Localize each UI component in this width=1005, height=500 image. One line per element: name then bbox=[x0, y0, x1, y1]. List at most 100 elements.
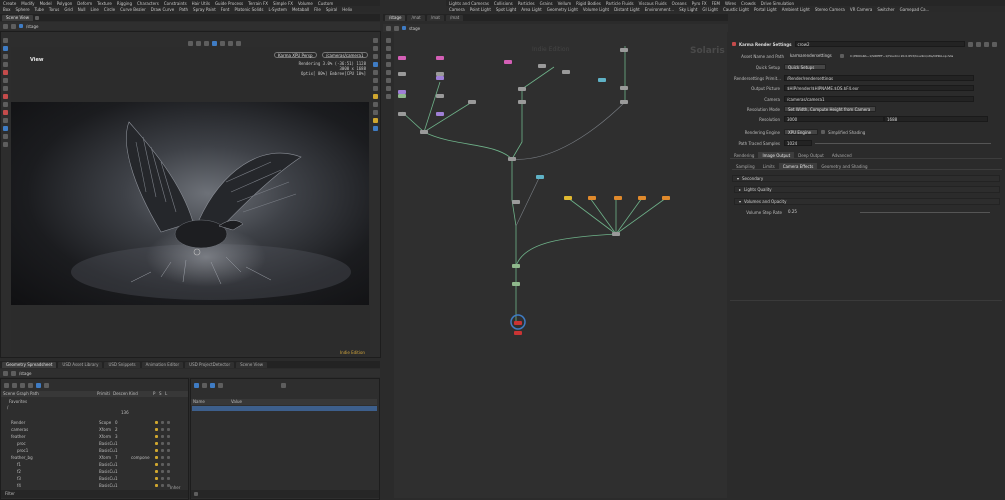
network-path[interactable]: stage bbox=[409, 26, 420, 31]
move-tool-icon[interactable] bbox=[3, 46, 8, 51]
tab-subparam-2[interactable]: Camera Effects bbox=[778, 163, 818, 170]
lock-icon[interactable] bbox=[155, 470, 158, 473]
lights-shelf-tool-4[interactable]: Geometry Light bbox=[547, 7, 578, 12]
lock-icon[interactable] bbox=[155, 484, 158, 487]
table-row[interactable]: Render Scope 0 bbox=[3, 419, 173, 426]
rotate-tool-icon[interactable] bbox=[3, 54, 8, 59]
shelf-tool-2[interactable]: Tube bbox=[35, 7, 44, 12]
lights-shelf-tool-7[interactable]: Environment... bbox=[645, 7, 674, 12]
network-home-icon[interactable] bbox=[386, 62, 391, 67]
bbox-icon[interactable] bbox=[373, 86, 378, 91]
shelf-tool-5[interactable]: Null bbox=[78, 7, 86, 12]
load-icon[interactable] bbox=[167, 442, 170, 445]
lights-shelf-tab-13[interactable]: Drive Simulation bbox=[761, 1, 794, 6]
visible-icon[interactable] bbox=[161, 421, 164, 424]
node-grey-11[interactable] bbox=[620, 100, 628, 104]
network-select-icon[interactable] bbox=[386, 38, 391, 43]
asset-name-field[interactable]: karmarendersettings bbox=[788, 53, 840, 59]
visible-icon[interactable] bbox=[161, 484, 164, 487]
node-network-canvas[interactable]: Solaris Indie Edition bbox=[394, 32, 727, 498]
display-options-icon[interactable] bbox=[373, 38, 378, 43]
lights-shelf-tool-11[interactable]: Portal Light bbox=[754, 7, 777, 12]
tab-subparam-1[interactable]: Limits bbox=[759, 163, 779, 170]
tab-subparam-3[interactable]: Geometry and Shading bbox=[817, 163, 871, 170]
col-name[interactable]: Name bbox=[191, 399, 231, 405]
expand-icon[interactable] bbox=[4, 382, 9, 388]
rs-prim-field[interactable]: /Render/rendersettings bbox=[784, 75, 974, 81]
viewport-path[interactable]: /stage bbox=[26, 24, 38, 29]
lights-shelf-tab-9[interactable]: Pyro FX bbox=[692, 1, 707, 6]
tab-network-0[interactable]: /stage bbox=[385, 14, 406, 21]
shelf-tab-11[interactable]: Terrain FX bbox=[248, 1, 268, 6]
node-grey-3[interactable] bbox=[538, 64, 546, 68]
shelf-tool-4[interactable]: Grid bbox=[64, 7, 72, 12]
load-icon[interactable] bbox=[167, 449, 170, 452]
node-grey-7[interactable] bbox=[398, 112, 406, 116]
shelf-tab-10[interactable]: Guide Process bbox=[215, 1, 243, 6]
lights-shelf-tab-4[interactable]: Vellum bbox=[558, 1, 572, 6]
col-l[interactable]: L bbox=[165, 391, 171, 397]
node-karma-settings[interactable] bbox=[514, 321, 522, 325]
network-zoom-icon[interactable] bbox=[386, 54, 391, 59]
output-field[interactable]: $HIP/render/$HIPNAME.$OS.$F4.exr bbox=[784, 85, 974, 91]
node-grey-10[interactable] bbox=[620, 86, 628, 90]
shelf-tab-3[interactable]: Polygon bbox=[57, 1, 73, 6]
col-descendants[interactable]: Descen bbox=[113, 391, 129, 397]
metadata-icon[interactable] bbox=[218, 382, 223, 388]
lights-shelf-tab-10[interactable]: FEM bbox=[712, 1, 720, 6]
grid-icon[interactable] bbox=[373, 102, 378, 107]
properties-panel[interactable]: Name Value bbox=[190, 378, 380, 500]
col-value[interactable]: Value bbox=[231, 399, 242, 405]
shelf-tab-4[interactable]: Deform bbox=[77, 1, 92, 6]
engine-menu[interactable]: XPU Engine bbox=[784, 129, 818, 135]
table-row[interactable]: proc BasisCu 1 bbox=[3, 440, 173, 447]
headlight-icon[interactable] bbox=[373, 118, 378, 123]
node-green-3[interactable] bbox=[512, 282, 520, 286]
lock-icon[interactable] bbox=[155, 442, 158, 445]
lights-shelf-tool-9[interactable]: GI Light bbox=[702, 7, 718, 12]
lock-icon[interactable] bbox=[155, 456, 158, 459]
forward-icon[interactable] bbox=[11, 23, 16, 29]
shelf-tool-15[interactable]: Metaball bbox=[292, 7, 309, 12]
camera-menu[interactable]: /cameras/camera1 bbox=[322, 52, 368, 58]
lights-shelf-tab-6[interactable]: Particle Fluids bbox=[606, 1, 634, 6]
lights-shelf-tab-8[interactable]: Oceans bbox=[672, 1, 687, 6]
lights-shelf-tab-11[interactable]: Wires bbox=[725, 1, 736, 6]
res-mode-menu[interactable]: Set Width, Compute Height from Camera bbox=[784, 106, 876, 112]
shelf-tool-11[interactable]: Spray Paint bbox=[193, 7, 216, 12]
lighting-icon[interactable] bbox=[212, 40, 217, 46]
asset-path-field[interactable]: C:/PROGRA~1/SIDEEF~1/Houdini 20.0.653/ho… bbox=[848, 53, 988, 59]
shelf-tool-8[interactable]: Curve Bezier bbox=[120, 7, 146, 12]
help-icon[interactable] bbox=[991, 41, 997, 47]
table-row[interactable]: feather Xform 3 bbox=[3, 433, 173, 440]
folder-lights-quality[interactable]: ▸ Lights Quality bbox=[734, 186, 1000, 193]
node-grey-6[interactable] bbox=[436, 94, 444, 98]
lights-shelf-tool-12[interactable]: Ambient Light bbox=[782, 7, 810, 12]
tab-spreadsheet-1[interactable]: USD Asset Library bbox=[58, 361, 103, 368]
node-pink-1[interactable] bbox=[398, 56, 406, 60]
flipbook-icon[interactable] bbox=[3, 126, 8, 131]
node-grey-5[interactable] bbox=[518, 87, 526, 91]
node-grey-1[interactable] bbox=[398, 72, 406, 76]
lights-shelf-tool-0[interactable]: Camera bbox=[449, 7, 465, 12]
shelf-tab-13[interactable]: Volume bbox=[298, 1, 313, 6]
forward-icon[interactable] bbox=[394, 25, 399, 31]
shelf-tool-1[interactable]: Sphere bbox=[15, 7, 29, 12]
snapshot-icon[interactable] bbox=[3, 134, 8, 139]
renderer-menu[interactable]: Karma XPU Persp bbox=[274, 52, 317, 58]
network-layout-icon[interactable] bbox=[386, 70, 391, 75]
lights-shelf-tab-3[interactable]: Grains bbox=[540, 1, 553, 6]
table-row[interactable]: f1 BasisCu 1 bbox=[3, 461, 173, 468]
shaded-icon[interactable] bbox=[373, 62, 378, 67]
back-icon[interactable] bbox=[3, 23, 8, 29]
node-grey-14[interactable] bbox=[512, 200, 520, 204]
lights-shelf-tab-2[interactable]: Particles bbox=[518, 1, 535, 6]
load-icon[interactable] bbox=[167, 463, 170, 466]
tab-param-1[interactable]: Image Output bbox=[758, 152, 795, 159]
node-render-rop[interactable] bbox=[514, 331, 522, 335]
display-icon[interactable] bbox=[204, 40, 209, 46]
node-purple-3[interactable] bbox=[436, 112, 444, 116]
shelf-tab-2[interactable]: Model bbox=[40, 1, 52, 6]
lights-shelf-tool-6[interactable]: Distant Light bbox=[614, 7, 640, 12]
shelf-tab-5[interactable]: Texture bbox=[97, 1, 112, 6]
